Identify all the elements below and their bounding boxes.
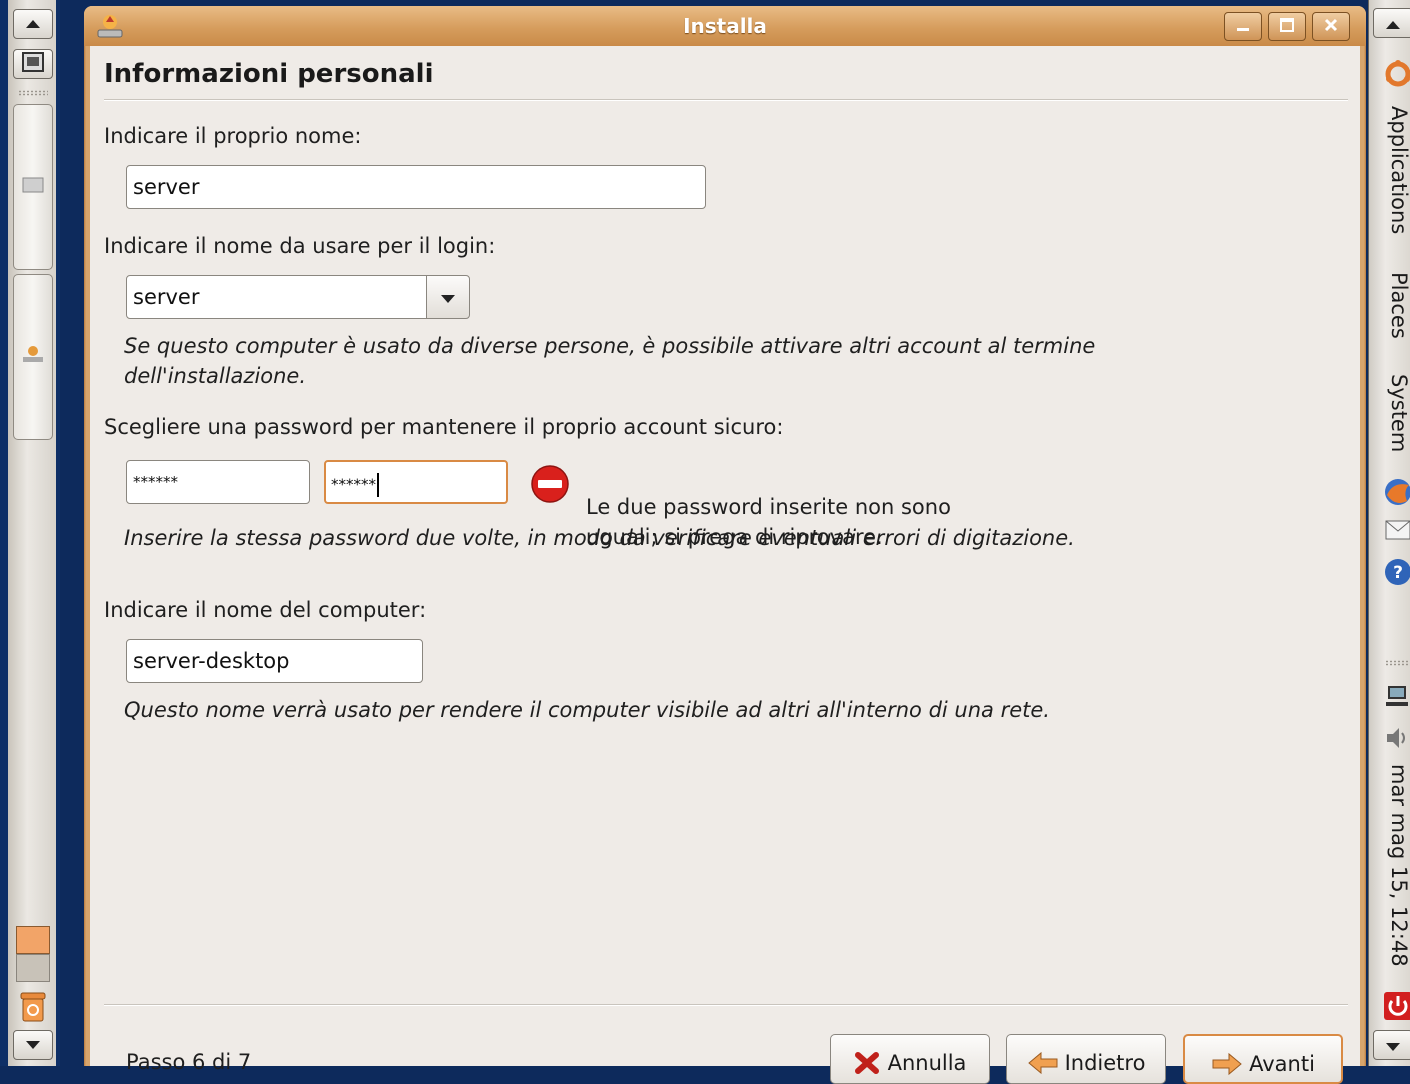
svg-text:?: ? [1393, 563, 1403, 583]
window-list-item-installa[interactable] [13, 274, 53, 440]
close-icon [1323, 17, 1339, 37]
window-content: Informazioni personali Indicare il propr… [90, 46, 1360, 1084]
login-label: Indicare il nome da usare per il login: [104, 234, 496, 258]
places-menu[interactable]: Places [1387, 272, 1410, 339]
installer-icon [21, 344, 45, 370]
password-label: Scegliere una password per mantenere il … [104, 415, 784, 439]
right-panel: Applications Places System ? mar mag 15,… [1368, 0, 1410, 1066]
cancel-button[interactable]: Annulla [830, 1034, 990, 1084]
error-line1: Le due password inserite non sono [586, 495, 951, 519]
window-title: Installa [683, 14, 767, 38]
help-icon[interactable]: ? [1383, 558, 1410, 586]
panel-grip [1385, 660, 1410, 666]
password-confirm-input[interactable]: ****** [324, 460, 508, 504]
workspace-2[interactable] [16, 954, 50, 982]
workspace-1[interactable] [16, 926, 50, 954]
panel-scroll-up-button[interactable] [13, 9, 53, 39]
chevron-down-icon [441, 288, 455, 307]
window-list-icon [22, 176, 44, 198]
password-confirm-value: ****** [331, 475, 376, 494]
show-desktop-icon [22, 52, 44, 76]
password-input[interactable]: ****** [126, 460, 310, 504]
cancel-icon [854, 1051, 882, 1075]
full-name-input[interactable]: server [126, 165, 706, 209]
installer-window: Installa Informazioni personali Indicare… [84, 6, 1366, 1084]
page-title: Informazioni personali [104, 59, 434, 89]
panel-scroll-down-button[interactable] [1373, 1030, 1410, 1060]
login-name-input[interactable]: server [126, 275, 428, 319]
arrow-up-icon [1386, 14, 1400, 33]
minimize-icon [1235, 17, 1251, 37]
arrow-up-icon [26, 17, 40, 32]
window-titlebar[interactable]: Installa [84, 6, 1366, 46]
computer-name-label: Indicare il nome del computer: [104, 598, 427, 622]
back-button[interactable]: Indietro [1006, 1034, 1166, 1084]
password-hint: Inserire la stessa password due volte, i… [124, 526, 1075, 550]
firefox-icon[interactable] [1383, 478, 1410, 506]
trash-icon [18, 989, 48, 1027]
volume-icon[interactable] [1383, 724, 1410, 752]
text-cursor [377, 473, 379, 497]
applications-menu[interactable]: Applications [1387, 106, 1410, 234]
step-indicator: Passo 6 di 7 [126, 1050, 252, 1074]
arrow-down-icon [1386, 1036, 1400, 1055]
panel-grip [18, 90, 48, 96]
panel-scroll-up-button[interactable] [1373, 8, 1410, 38]
cancel-label: Annulla [887, 1051, 967, 1075]
panel-scroll-down-button[interactable] [13, 1030, 53, 1060]
maximize-icon [1279, 17, 1295, 37]
back-arrow-icon [1027, 1051, 1059, 1075]
left-panel [0, 0, 60, 1066]
clock[interactable]: mar mag 15, 12:48 [1387, 764, 1410, 967]
system-menu[interactable]: System [1387, 374, 1410, 452]
login-hint-line1: Se questo computer è usato da diverse pe… [124, 334, 1096, 358]
window-list-item-desktop[interactable] [13, 104, 53, 270]
back-label: Indietro [1064, 1051, 1146, 1075]
computer-name-input[interactable]: server-desktop [126, 639, 423, 683]
footer-separator [104, 1004, 1348, 1006]
mail-icon[interactable] [1383, 516, 1410, 544]
close-button[interactable] [1312, 12, 1350, 41]
shutdown-icon[interactable] [1383, 992, 1410, 1020]
error-icon [530, 464, 570, 508]
network-icon[interactable] [1383, 682, 1410, 710]
login-hint-line2: dell'installazione. [124, 364, 307, 388]
trash-button[interactable] [16, 990, 50, 1026]
minimize-button[interactable] [1224, 12, 1262, 41]
show-desktop-button[interactable] [13, 49, 53, 79]
name-label: Indicare il proprio nome: [104, 124, 362, 148]
arrow-down-icon [26, 1038, 40, 1053]
maximize-button[interactable] [1268, 12, 1306, 41]
next-arrow-icon [1211, 1052, 1243, 1076]
computer-name-hint: Questo nome verrà usato per rendere il c… [124, 698, 1050, 722]
login-dropdown-button[interactable] [426, 275, 470, 319]
ubuntu-logo-icon[interactable] [1383, 60, 1410, 88]
separator [104, 99, 1348, 101]
next-button[interactable]: Avanti [1183, 1034, 1343, 1084]
next-label: Avanti [1249, 1052, 1315, 1076]
